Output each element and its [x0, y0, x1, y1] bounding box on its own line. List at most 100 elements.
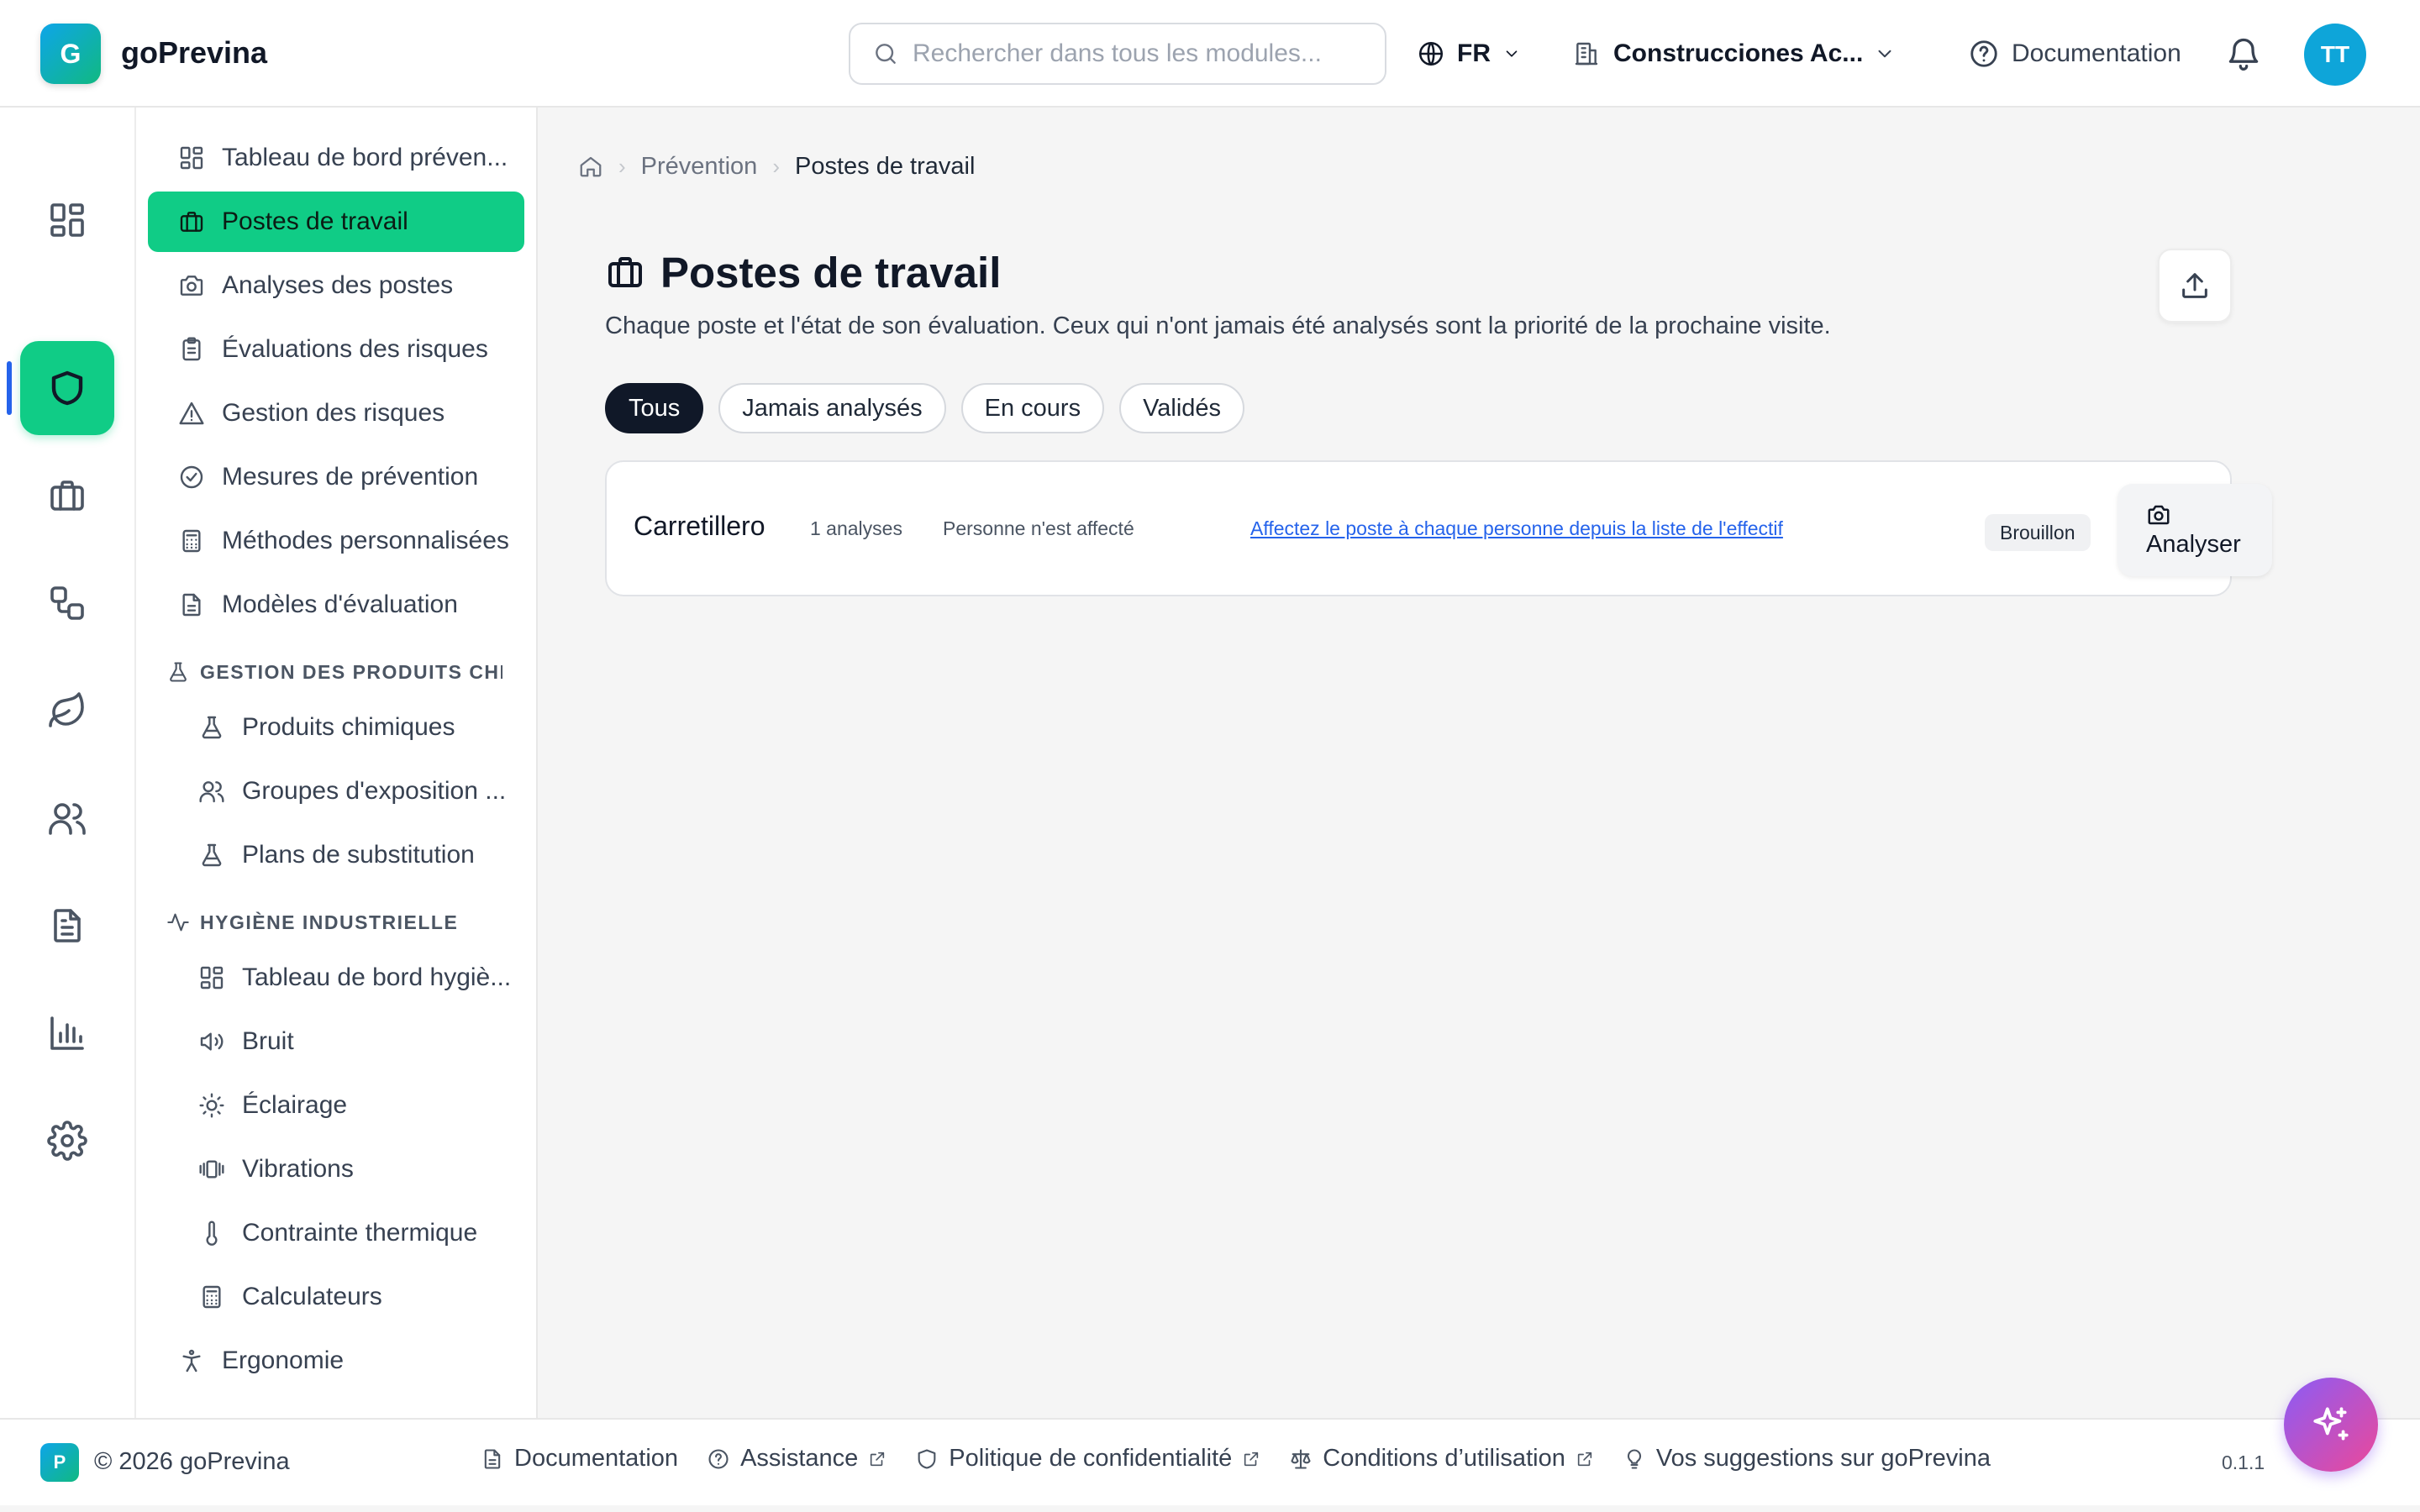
workstation-name[interactable]: Carretillero — [634, 511, 765, 542]
language-selector[interactable]: FR — [1417, 32, 1521, 76]
dashboard-icon — [47, 200, 87, 240]
footer-logo: P — [40, 1443, 79, 1482]
ai-assistant-button[interactable] — [2284, 1378, 2378, 1472]
briefcase-icon — [178, 208, 205, 235]
rail-workstations[interactable] — [20, 449, 114, 543]
rail-people[interactable] — [20, 771, 114, 865]
document-icon — [481, 1447, 504, 1471]
globe-icon — [1417, 39, 1445, 68]
section-hygiene-header[interactable]: HYGIÈNE INDUSTRIELLE — [166, 906, 519, 939]
chevron-down-icon — [1865, 43, 1896, 65]
sidebar-item-calculators[interactable]: Calculateurs — [148, 1267, 524, 1327]
status-filters: Tous Jamais analysés En cours Validés — [605, 383, 1245, 433]
sidebar-item-label: Modèles d'évaluation — [222, 591, 458, 618]
dashboard-icon — [178, 144, 205, 171]
sidebar-item-substitution-plans[interactable]: Plans de substitution — [148, 825, 524, 885]
documentation-link[interactable]: Documentation — [1968, 32, 2181, 76]
footer-terms-link[interactable]: Conditions d’utilisation — [1289, 1445, 1594, 1473]
footer-documentation-link[interactable]: Documentation — [481, 1445, 678, 1473]
chevron-down-icon — [1502, 45, 1521, 63]
module-rail — [0, 108, 136, 1418]
sidebar-item-hygiene-dashboard[interactable]: Tableau de bord hygiè... — [148, 948, 524, 1008]
sidebar-item-label: Analyses des postes — [222, 271, 454, 299]
volume-icon — [198, 1028, 225, 1055]
filter-all[interactable]: Tous — [605, 383, 704, 433]
sidebar-item-chemical-products[interactable]: Produits chimiques — [148, 697, 524, 758]
footer-suggestions-link[interactable]: Vos suggestions sur goPrevina — [1623, 1445, 1991, 1473]
calculator-icon — [178, 528, 205, 554]
sidebar-item-noise[interactable]: Bruit — [148, 1011, 524, 1072]
sidebar-item-label: Ergonomie — [222, 1347, 345, 1374]
global-search[interactable] — [849, 23, 1386, 85]
lightbulb-icon — [1623, 1447, 1646, 1471]
thermometer-icon — [198, 1220, 225, 1247]
home-icon[interactable] — [578, 154, 603, 179]
breadcrumb-separator: › — [772, 153, 780, 179]
sidebar-item-prevention-dashboard[interactable]: Tableau de bord préven... — [148, 128, 524, 188]
sidebar-item-risk-management[interactable]: Gestion des risques — [148, 383, 524, 444]
sidebar-item-risk-assessments[interactable]: Évaluations des risques — [148, 319, 524, 380]
rail-workflow[interactable] — [20, 556, 114, 650]
camera-icon — [2146, 502, 2171, 528]
section-chemicals-header[interactable]: GESTION DES PRODUITS CHI... — [166, 655, 519, 689]
building-icon — [1573, 40, 1600, 67]
sidebar-item-exposure-groups[interactable]: Groupes d'exposition ... — [148, 761, 524, 822]
footer-link-label: Assistance — [740, 1445, 859, 1472]
sidebar-item-label: Gestion des risques — [222, 399, 445, 427]
calculator-icon — [198, 1284, 225, 1310]
users-icon — [198, 778, 225, 805]
sidebar-item-thermal-stress[interactable]: Contrainte thermique — [148, 1203, 524, 1263]
sidebar-item-label: Éclairage — [242, 1091, 348, 1119]
footer-assistance-link[interactable]: Assistance — [707, 1445, 886, 1473]
assign-workforce-link[interactable]: Affectez le poste à chaque personne depu… — [1250, 517, 1783, 540]
breadcrumb: › Prévention › Postes de travail — [578, 150, 975, 183]
sidebar-item-label: Tableau de bord préven... — [222, 144, 508, 171]
workstation-card[interactable]: Carretillero 1 analyses Personne n'est a… — [605, 460, 2272, 596]
breadcrumb-parent[interactable]: Prévention — [641, 153, 758, 181]
documentation-label: Documentation — [2012, 39, 2181, 67]
company-selector[interactable]: Construcciones Ac... — [1573, 32, 1896, 76]
bar-chart-icon — [47, 1013, 87, 1053]
filter-in-progress[interactable]: En cours — [960, 383, 1105, 433]
rail-documents[interactable] — [20, 879, 114, 973]
sidebar-item-label: Calculateurs — [242, 1283, 382, 1310]
sparkles-icon — [2310, 1404, 2352, 1446]
app-name[interactable]: goPrevina — [121, 35, 267, 71]
language-label: FR — [1457, 39, 1491, 67]
sidebar-item-custom-methods[interactable]: Méthodes personnalisées — [148, 511, 524, 571]
sidebar-item-label: Méthodes personnalisées — [222, 527, 509, 554]
sidebar-item-vibrations[interactable]: Vibrations — [148, 1139, 524, 1200]
activity-icon — [166, 911, 190, 934]
rail-environment[interactable] — [20, 664, 114, 758]
sidebar-item-lighting[interactable]: Éclairage — [148, 1075, 524, 1136]
sidebar-item-assessment-templates[interactable]: Modèles d'évaluation — [148, 575, 524, 635]
rail-settings[interactable] — [20, 1094, 114, 1188]
rail-prevention[interactable] — [20, 341, 114, 435]
sidebar-item-workstations[interactable]: Postes de travail — [148, 192, 524, 252]
copyright: © 2026 goPrevina — [94, 1448, 290, 1475]
scale-icon — [1289, 1447, 1313, 1471]
sidebar-item-workstation-analyses[interactable]: Analyses des postes — [148, 255, 524, 316]
company-name: Construcciones Ac... — [1613, 39, 1864, 67]
warning-icon — [178, 400, 205, 427]
rail-dashboard[interactable] — [20, 173, 114, 267]
sidebar-item-ergonomics[interactable]: Ergonomie — [148, 1331, 524, 1391]
camera-icon — [178, 272, 205, 299]
analyze-button[interactable]: Analyser — [2118, 484, 2272, 576]
app-logo[interactable]: G — [40, 24, 101, 84]
dashboard-icon — [198, 964, 225, 991]
filter-never-analyzed[interactable]: Jamais analysés — [718, 383, 946, 433]
user-avatar[interactable]: TT — [2304, 24, 2366, 86]
sidebar-item-label: Tableau de bord hygiè... — [242, 963, 512, 991]
export-button[interactable] — [2158, 249, 2232, 323]
footer-links: Documentation Assistance Politique de co… — [481, 1445, 1991, 1473]
external-link-icon — [1242, 1450, 1260, 1468]
search-input[interactable] — [913, 29, 1383, 79]
leaf-icon — [47, 690, 87, 731]
rail-reports[interactable] — [20, 986, 114, 1080]
sidebar-item-prevention-measures[interactable]: Mesures de prévention — [148, 447, 524, 507]
check-circle-icon — [178, 464, 205, 491]
footer-privacy-link[interactable]: Politique de confidentialité — [915, 1445, 1260, 1473]
bell-icon[interactable] — [2225, 35, 2262, 72]
filter-validated[interactable]: Validés — [1119, 383, 1245, 433]
